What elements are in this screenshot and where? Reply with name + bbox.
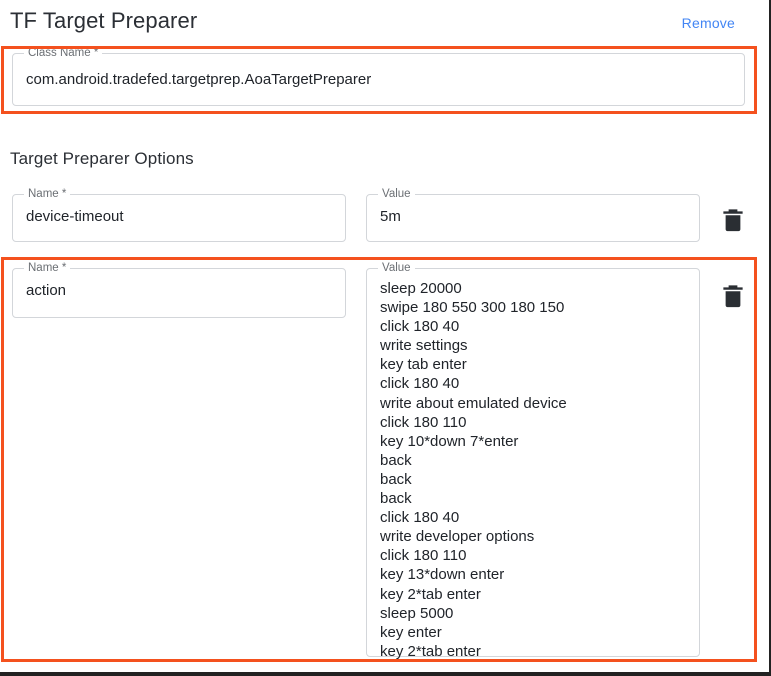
class-name-input-value[interactable]: com.android.tradefed.targetprep.AoaTarge… xyxy=(26,70,734,89)
delete-option-button-0[interactable] xyxy=(718,205,748,235)
option-name-value-0[interactable]: device-timeout xyxy=(26,207,335,226)
option-value-value-1[interactable]: sleep 20000 swipe 180 550 300 180 150 cl… xyxy=(380,279,689,661)
option-value-label-1: Value xyxy=(378,262,415,275)
option-name-value-1[interactable]: action xyxy=(26,281,335,300)
option-value-label-0: Value xyxy=(378,188,415,201)
class-name-field[interactable]: Class Name * com.android.tradefed.target… xyxy=(12,47,745,106)
options-section-title: Target Preparer Options xyxy=(10,149,194,168)
option-value-field-1[interactable]: Value sleep 20000 swipe 180 550 300 180 … xyxy=(366,262,700,660)
class-name-label: Class Name * xyxy=(24,47,103,60)
option-name-label-0: Name * xyxy=(24,188,71,201)
trash-icon xyxy=(723,209,743,232)
target-preparer-panel: TF Target Preparer Remove Class Name * c… xyxy=(0,0,771,676)
option-value-field-0[interactable]: Value 5m xyxy=(366,188,700,242)
option-name-field-1[interactable]: Name * action xyxy=(12,262,346,318)
option-name-field-0[interactable]: Name * device-timeout xyxy=(12,188,346,242)
page-title: TF Target Preparer xyxy=(10,8,198,33)
remove-preparer-link[interactable]: Remove xyxy=(682,15,735,31)
delete-option-button-1[interactable] xyxy=(718,281,748,311)
option-name-label-1: Name * xyxy=(24,262,71,275)
panel-header: TF Target Preparer Remove xyxy=(0,0,757,44)
trash-icon xyxy=(723,285,743,308)
option-value-value-0[interactable]: 5m xyxy=(380,207,689,226)
